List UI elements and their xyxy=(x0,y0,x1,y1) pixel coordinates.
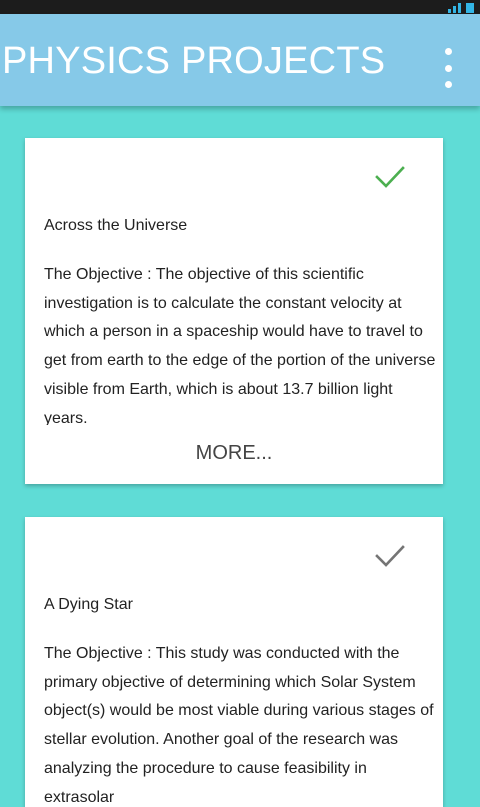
project-card[interactable]: Across the Universe The Objective : The … xyxy=(25,138,443,484)
project-title: A Dying Star xyxy=(44,596,133,613)
check-icon[interactable] xyxy=(374,165,406,189)
battery-icon xyxy=(466,3,474,13)
status-icons xyxy=(448,1,474,13)
overflow-menu-dot xyxy=(444,64,452,72)
more-button[interactable]: MORE... xyxy=(25,442,443,465)
page-title: PHYSICS PROJECTS xyxy=(2,40,386,82)
app-toolbar: PHYSICS PROJECTS xyxy=(0,14,480,106)
project-description: The Objective : This study was conducted… xyxy=(44,645,434,806)
overflow-menu-icon[interactable] xyxy=(438,48,458,88)
project-title: Across the Universe xyxy=(44,217,188,234)
check-icon[interactable] xyxy=(374,544,406,568)
signal-icon xyxy=(448,3,461,13)
project-description: The Objective : The objective of this sc… xyxy=(44,266,436,425)
overflow-menu-dot xyxy=(444,48,452,55)
overflow-menu-dot xyxy=(444,81,452,88)
status-bar xyxy=(0,0,480,14)
project-card[interactable]: A Dying Star The Objective : This study … xyxy=(25,517,443,807)
